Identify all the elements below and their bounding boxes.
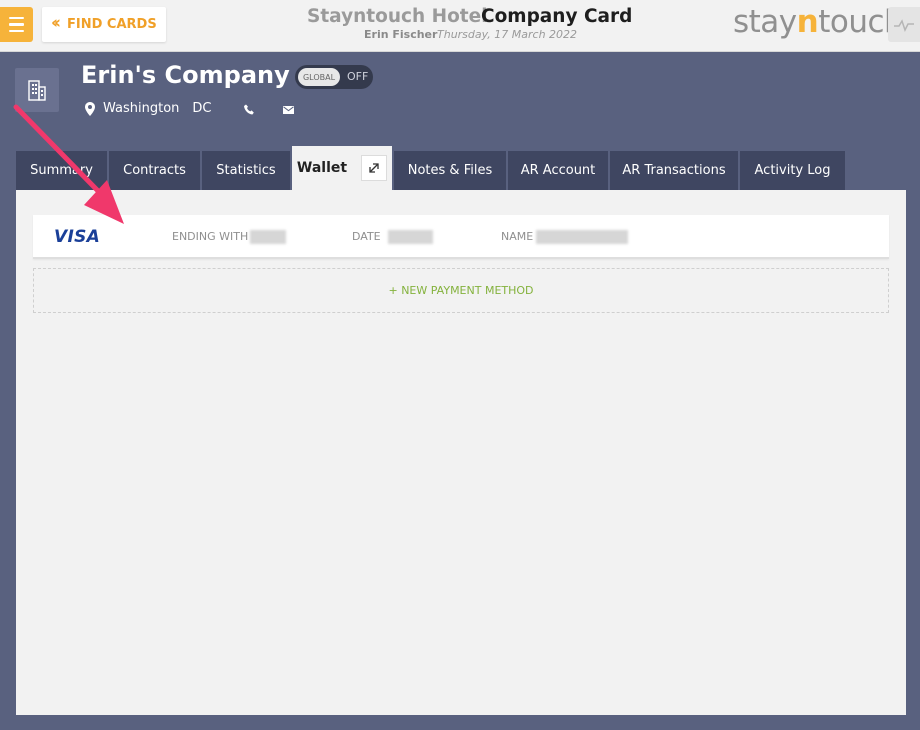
name-label: NAME [501,230,534,243]
tab-bar: Summary Contracts Statistics Wallet Note… [16,146,845,190]
logo-text-start: stay [733,4,797,40]
tab-statistics[interactable]: Statistics [202,151,292,190]
phone-icon[interactable] [244,104,254,115]
tab-ar-account[interactable]: AR Account [508,151,610,190]
global-toggle-knob: GLOBAL [298,68,340,86]
tab-activity-log[interactable]: Activity Log [740,151,845,190]
mail-icon[interactable] [283,106,294,114]
logo-text-n: n [796,4,819,40]
activity-button[interactable] [888,7,920,42]
new-payment-method-button[interactable]: + NEW PAYMENT METHOD [33,268,889,313]
tab-wallet-label: Wallet [296,160,348,176]
tab-summary[interactable]: Summary [16,151,109,190]
expand-icon[interactable] [361,155,388,181]
company-name: Erin's Company [81,61,290,89]
global-toggle[interactable]: GLOBAL OFF [295,65,373,89]
card-name-value-redacted [536,230,628,244]
ending-with-label: ENDING WITH [172,230,249,243]
double-chevron-left-icon: ‹‹ [51,13,61,33]
company-city: Washington [103,101,180,116]
find-cards-label: FIND CARDS [67,17,157,32]
company-state: DC [192,101,212,116]
menu-line [9,23,24,26]
company-location: Washington DC [85,101,212,116]
business-date: Thursday, 17 March 2022 [437,28,578,41]
find-cards-button[interactable]: ‹‹ FIND CARDS [42,7,166,42]
building-icon [15,68,59,112]
menu-line [9,29,24,33]
location-pin-icon [85,101,95,116]
visa-logo: VISA [54,227,101,247]
top-bar: ‹‹ FIND CARDS Stayntouch Hotel Company C… [0,0,920,52]
payment-card-row[interactable]: VISA ENDING WITH DATE NAME [33,215,889,259]
hamburger-menu-button[interactable] [0,7,33,42]
tab-wallet[interactable]: Wallet [292,146,394,190]
tab-contracts[interactable]: Contracts [109,151,202,190]
page-title: Company Card [481,6,633,27]
user-name: Erin Fischer [364,28,438,41]
global-toggle-state: OFF [347,70,369,83]
stayntouch-logo: stayntouch [733,4,904,40]
card-date-value-redacted [388,230,433,244]
hotel-name: Stayntouch Hotel [307,6,488,27]
card-ending-value-redacted [250,230,286,244]
menu-line [9,16,24,20]
date-label: DATE [352,230,381,243]
tab-ar-transactions[interactable]: AR Transactions [610,151,740,190]
pulse-icon [894,19,914,32]
wallet-panel: VISA ENDING WITH DATE NAME + NEW PAYMENT… [16,190,906,715]
tab-notes-files[interactable]: Notes & Files [394,151,508,190]
